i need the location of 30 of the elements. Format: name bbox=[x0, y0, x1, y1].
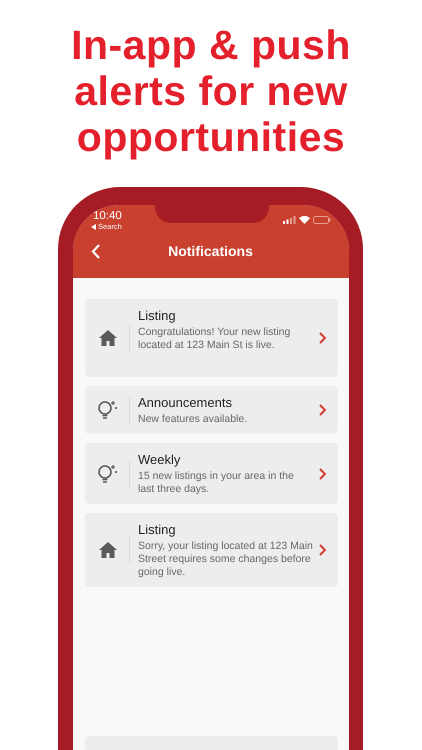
screen-title: Notifications bbox=[168, 243, 254, 259]
chevron-right-icon bbox=[319, 404, 326, 416]
lightbulb-icon bbox=[97, 399, 119, 421]
notification-title: Weekly bbox=[138, 452, 180, 468]
status-time: 10:40 bbox=[93, 210, 122, 222]
house-icon bbox=[99, 542, 117, 558]
headline-text: alerts for new bbox=[74, 68, 348, 114]
chevron-right-icon bbox=[319, 544, 326, 556]
headline-text: In-app & push bbox=[71, 22, 351, 68]
notification-message: Sorry, your listing located at 123 Main Street requires some changes before going live. bbox=[138, 540, 313, 579]
notification-card[interactable]: Listing Sorry, your listing located at 123 Main Street requires some changes before going live. bbox=[85, 513, 338, 587]
chevron-right-icon bbox=[319, 332, 326, 344]
house-icon bbox=[99, 330, 117, 346]
notification-title: Listing bbox=[138, 308, 176, 324]
notification-title: Announcements bbox=[138, 395, 232, 411]
notification-message: New features available. bbox=[138, 413, 248, 426]
back-chevron-icon[interactable] bbox=[91, 244, 100, 258]
notification-card[interactable]: Listing Congratulations! Your new listing located at 123 Main St is live. bbox=[85, 299, 338, 377]
back-triangle-icon bbox=[91, 224, 96, 230]
notification-title: Listing bbox=[138, 522, 176, 538]
notification-message: Congratulations! Your new listing located at 123 Main St is live. bbox=[138, 326, 292, 352]
headline-text: opportunities bbox=[76, 114, 346, 160]
lightbulb-icon bbox=[97, 462, 119, 484]
notification-message: 15 new listings in your area in the last three days. bbox=[138, 470, 295, 496]
wifi-icon bbox=[299, 216, 310, 224]
signal-icon bbox=[283, 216, 296, 224]
chevron-right-icon bbox=[319, 468, 326, 480]
battery-icon bbox=[313, 216, 331, 224]
notification-card[interactable]: Weekly 15 new listings in your area in the last three days. bbox=[85, 443, 338, 504]
notification-card[interactable]: Announcements New features available. bbox=[85, 386, 338, 434]
